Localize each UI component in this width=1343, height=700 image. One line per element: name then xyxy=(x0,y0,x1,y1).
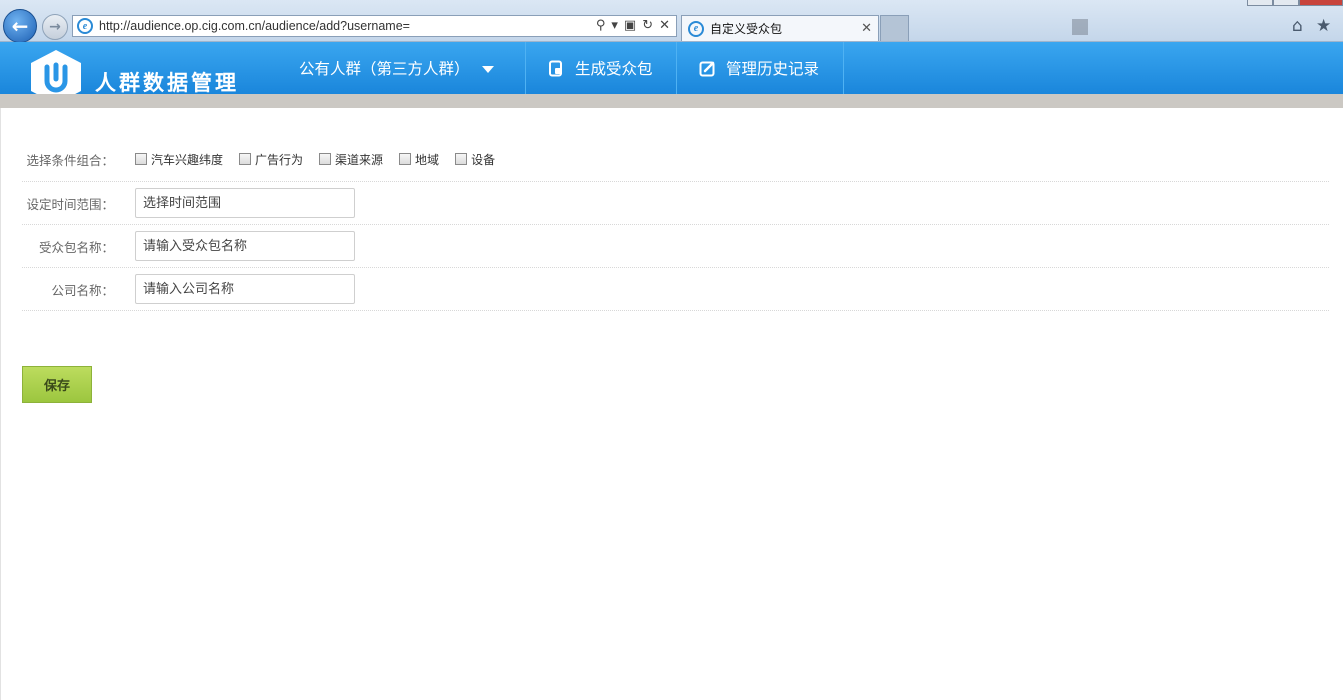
minimize-button[interactable] xyxy=(1247,0,1273,6)
ie-icon: e xyxy=(77,18,93,34)
checkbox-box[interactable] xyxy=(455,153,468,165)
maximize-button[interactable] xyxy=(1273,0,1299,6)
menu-generate-label: 生成受众包 xyxy=(575,60,653,78)
menu-manage-history[interactable]: 管理历史记录 xyxy=(677,42,844,94)
tab-title: 自定义受众包 xyxy=(710,22,783,36)
package-name-input[interactable] xyxy=(135,231,355,261)
checkbox-device[interactable]: 设备 xyxy=(455,151,495,168)
checkbox-box[interactable] xyxy=(399,153,412,165)
favorites-star-icon[interactable]: ★ xyxy=(1316,16,1331,36)
close-tab-icon[interactable]: ✕ xyxy=(861,21,872,36)
browser-tab[interactable]: e 自定义受众包 ✕ xyxy=(681,15,879,41)
menu-public-audience[interactable]: 公有人群（第三方人群） xyxy=(280,42,526,94)
refresh-icon[interactable]: ↻ xyxy=(642,18,653,33)
company-name-input[interactable] xyxy=(135,274,355,304)
menu-generate-package[interactable]: 生成受众包 xyxy=(526,42,677,94)
chevron-down-icon xyxy=(481,66,494,73)
search-icon[interactable]: ⚲ xyxy=(596,18,606,33)
time-range-label: 设定时间范围： xyxy=(26,196,114,212)
checkbox-channel-source[interactable]: 渠道来源 xyxy=(319,151,383,168)
address-url[interactable]: http://audience.op.cig.com.cn/audience/a… xyxy=(99,19,410,33)
checkbox-ad-behavior[interactable]: 广告行为 xyxy=(239,151,303,168)
stop-icon[interactable]: ✕ xyxy=(659,18,670,33)
brand-title: 人群数据管理 xyxy=(95,71,239,95)
forward-arrow-icon[interactable]: → xyxy=(42,14,68,40)
dropdown-icon[interactable]: ▾ xyxy=(611,18,618,33)
new-tab-button[interactable] xyxy=(880,15,909,41)
save-button[interactable]: 保存 xyxy=(22,366,92,403)
checkbox-box[interactable] xyxy=(135,153,147,165)
address-bar[interactable]: e http://audience.op.cig.com.cn/audience… xyxy=(72,15,677,37)
menu-history-label: 管理历史记录 xyxy=(726,60,820,78)
window-controls xyxy=(1247,0,1343,6)
conditions-label: 选择条件组合： xyxy=(26,152,114,168)
document-icon xyxy=(549,60,562,76)
window-thumbnail-icon xyxy=(1072,19,1088,35)
menu-public-label: 公有人群（第三方人群） xyxy=(299,60,470,78)
checkbox-box[interactable] xyxy=(239,153,252,165)
edit-icon xyxy=(699,61,715,76)
close-window-button[interactable] xyxy=(1299,0,1343,6)
browser-chrome: ← → e http://audience.op.cig.com.cn/audi… xyxy=(0,0,1343,43)
checkbox-auto-interest[interactable]: 汽车兴趣纬度 xyxy=(135,151,223,168)
background-window-ghost xyxy=(1072,16,1257,38)
header-divider-strip xyxy=(0,94,1343,108)
checkbox-box[interactable] xyxy=(319,153,332,165)
time-range-input[interactable] xyxy=(135,188,355,218)
app-header: 人群数据管理 公有人群（第三方人群） 生成受众包 管理历史记录 xyxy=(0,42,1343,104)
form-area: 选择条件组合： 汽车兴趣纬度 广告行为 渠道来源 地域 设备 设定时间范围： 受… xyxy=(0,108,1343,700)
company-name-row: 公司名称： xyxy=(22,268,1329,311)
time-range-row: 设定时间范围： xyxy=(22,182,1329,225)
package-name-label: 受众包名称： xyxy=(38,239,114,255)
checkbox-region[interactable]: 地域 xyxy=(399,151,439,168)
package-name-row: 受众包名称： xyxy=(22,225,1329,268)
compat-view-icon[interactable]: ▣ xyxy=(624,18,636,33)
condition-checkboxes: 汽车兴趣纬度 广告行为 渠道来源 地域 设备 xyxy=(135,151,511,168)
address-tools: ⚲ ▾ ▣ ↻ ✕ xyxy=(596,18,670,33)
back-arrow-icon[interactable]: ← xyxy=(3,9,37,43)
tab-ie-icon: e xyxy=(688,20,704,37)
conditions-row: 选择条件组合： 汽车兴趣纬度 广告行为 渠道来源 地域 设备 xyxy=(22,137,1329,182)
company-name-label: 公司名称： xyxy=(51,282,114,298)
home-icon[interactable]: ⌂ xyxy=(1292,16,1303,36)
